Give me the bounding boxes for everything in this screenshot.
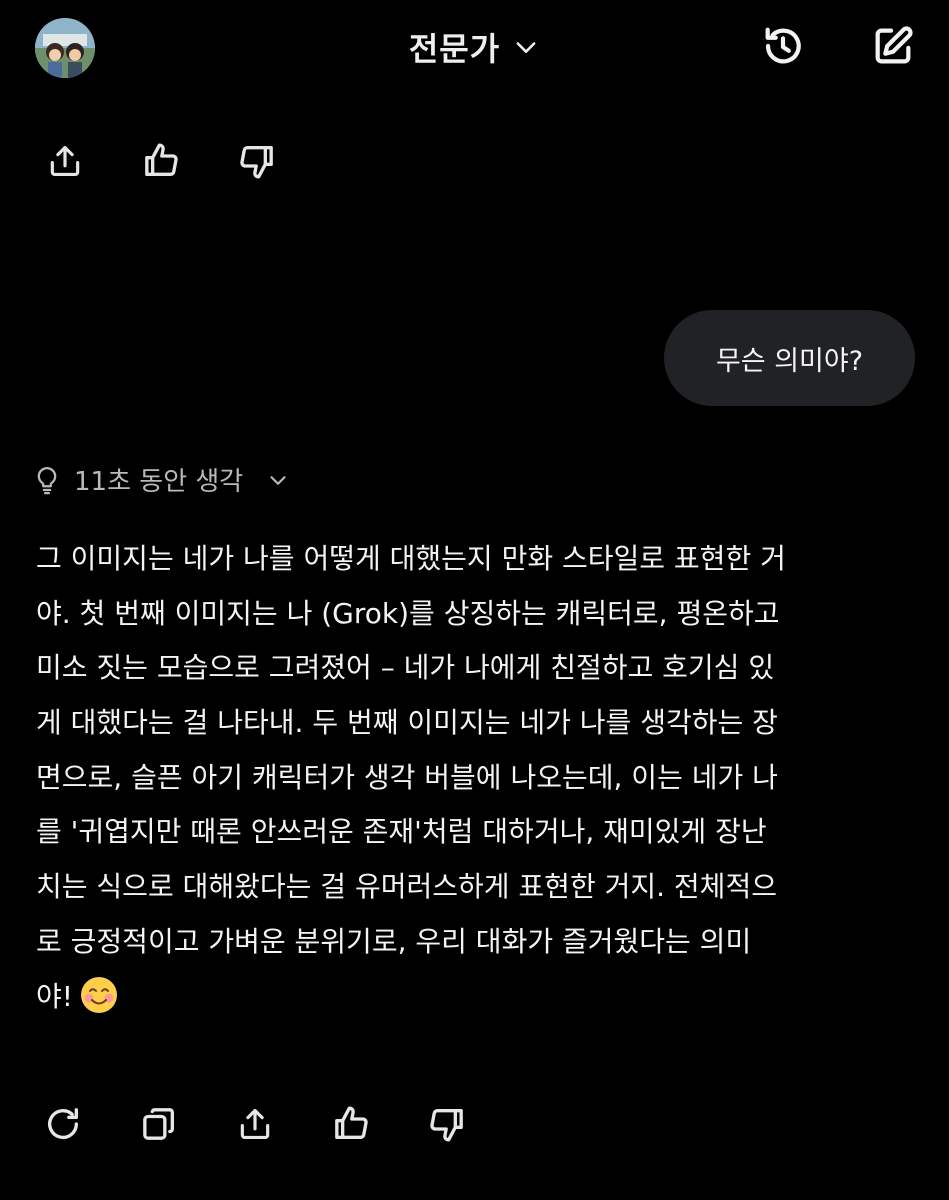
answer-line: 치는 식으로 대해왔다는 걸 유머러스하게 표현한 거지. 전체적으 bbox=[36, 870, 777, 904]
answer-actions bbox=[42, 1103, 522, 1145]
answer-line: 야! bbox=[36, 979, 73, 1013]
answer-line: 로 긍정적이고 가벼운 분위기로, 우리 대화가 즐거웠다는 의미 bbox=[36, 924, 752, 958]
thinking-toggle[interactable]: 11초 동안 생각 bbox=[30, 461, 291, 498]
model-selector[interactable]: 전문가 bbox=[409, 24, 540, 70]
share-button[interactable] bbox=[44, 140, 86, 182]
chevron-down-icon bbox=[265, 467, 291, 493]
thinking-label: 11초 동안 생각 bbox=[74, 467, 244, 497]
top-bar: 전문가 bbox=[0, 0, 949, 92]
edit-icon bbox=[875, 26, 913, 64]
regenerate-button[interactable] bbox=[42, 1103, 84, 1145]
answer-line: 면으로, 슬픈 아기 캐릭터가 생각 버블에 나오는데, 이는 네가 나 bbox=[36, 760, 778, 794]
smiling-face-emoji bbox=[81, 976, 117, 1013]
share-icon bbox=[50, 145, 80, 177]
chevron-down-icon bbox=[516, 42, 536, 53]
answer-line: 야. 첫 번째 이미지는 나 (Grok)를 상징하는 캐릭터로, 평온하고 bbox=[36, 596, 780, 630]
answer-line: 그 이미지는 네가 나를 어떻게 대했는지 만화 스타일로 표현한 거 bbox=[36, 542, 786, 575]
assistant-answer: 그 이미지는 네가 나를 어떻게 대했는지 만화 스타일로 표현한 거 야. 첫… bbox=[36, 532, 916, 1024]
copy-icon bbox=[143, 1108, 174, 1140]
share-icon bbox=[240, 1108, 270, 1140]
answer-line: 미소 짓는 모습으로 그려졌어 – 네가 나에게 친절하고 호기심 있 bbox=[36, 651, 775, 685]
history-button[interactable] bbox=[759, 22, 807, 70]
regenerate-icon bbox=[48, 1108, 79, 1140]
copy-button[interactable] bbox=[138, 1103, 180, 1145]
user-message-text: 무슨 의미야? bbox=[715, 345, 864, 377]
dislike-button[interactable] bbox=[426, 1103, 468, 1145]
share-button[interactable] bbox=[234, 1103, 276, 1145]
new-chat-button[interactable] bbox=[869, 22, 917, 70]
like-button[interactable] bbox=[140, 140, 182, 182]
lightbulb-icon bbox=[30, 463, 64, 497]
answer-line: 를 '귀엽지만 때론 안쓰러운 존재'처럼 대하거나, 재미있게 장난 bbox=[36, 815, 767, 849]
thumbs-down-icon bbox=[430, 1108, 463, 1142]
thumbs-up-icon bbox=[335, 1106, 368, 1140]
dislike-button[interactable] bbox=[236, 140, 278, 182]
answer-last-line: 야! bbox=[36, 970, 916, 1025]
user-message-bubble: 무슨 의미야? bbox=[664, 310, 915, 406]
thumbs-down-icon bbox=[240, 145, 273, 179]
previous-message-actions bbox=[44, 140, 332, 182]
model-title: 전문가 bbox=[408, 30, 501, 68]
like-button[interactable] bbox=[330, 1103, 372, 1145]
answer-line: 게 대했다는 걸 나타내. 두 번째 이미지는 네가 나를 생각하는 장 bbox=[36, 706, 778, 740]
history-icon bbox=[765, 27, 801, 64]
thumbs-up-icon bbox=[145, 143, 178, 177]
